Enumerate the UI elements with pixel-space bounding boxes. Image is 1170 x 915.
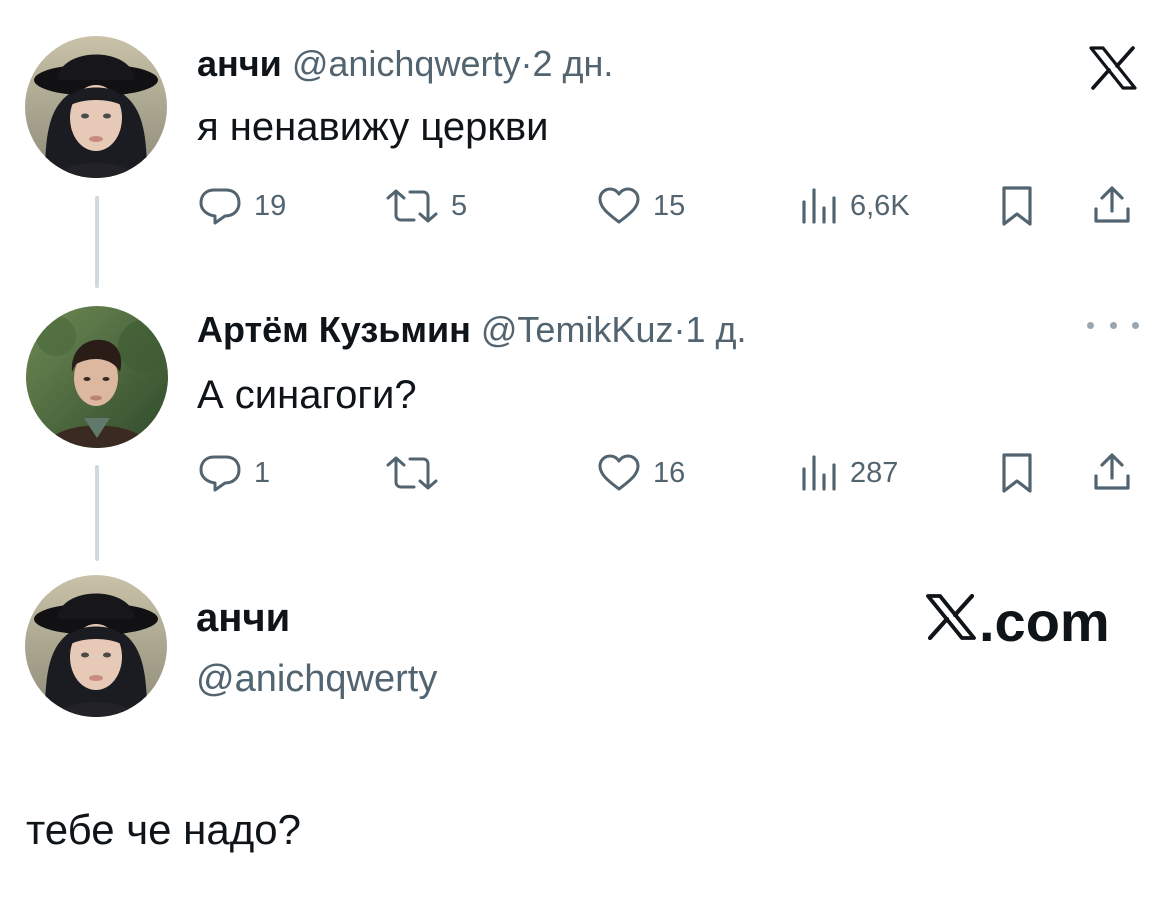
views-icon	[800, 188, 838, 224]
bookmark-button[interactable]	[1000, 452, 1034, 494]
share-button[interactable]	[1092, 452, 1132, 492]
like-count: 15	[653, 190, 686, 222]
x-logo-icon	[925, 592, 977, 652]
reply-icon	[198, 454, 242, 492]
views-icon	[800, 455, 838, 491]
reply-button[interactable]: 19	[198, 187, 286, 225]
repost-count: 5	[451, 190, 468, 222]
x-logo-icon[interactable]	[1089, 46, 1137, 95]
views-button[interactable]: 6,6K	[800, 188, 910, 224]
like-button[interactable]: 16	[597, 454, 685, 492]
avatar-temikkuz[interactable]	[26, 306, 168, 448]
views-count: 6,6K	[850, 190, 910, 222]
tweet2-author-name[interactable]: Артём Кузьмин	[197, 309, 471, 350]
tweet2-text: А синагоги?	[197, 373, 417, 417]
share-button[interactable]	[1092, 185, 1132, 225]
reply-text: тебе че надо?	[26, 806, 301, 853]
tweet1-author-name[interactable]: анчи	[197, 43, 282, 84]
reply-count: 19	[254, 190, 287, 222]
tweet1-timestamp[interactable]: 2 дн.	[532, 43, 613, 84]
brand-domain-text: .com	[979, 590, 1110, 653]
reply-icon	[198, 187, 242, 225]
like-count: 16	[653, 457, 686, 489]
like-icon	[597, 187, 641, 225]
tweet1-author-handle[interactable]: @anichqwerty	[292, 43, 521, 84]
avatar-anichqwerty[interactable]	[25, 575, 167, 717]
views-count: 287	[850, 457, 899, 489]
tweet2-author-handle[interactable]: @TemikKuz	[481, 309, 674, 350]
thread-connector-line	[95, 196, 99, 288]
repost-icon	[385, 455, 439, 491]
repost-icon	[385, 188, 439, 224]
profile-handle[interactable]: @anichqwerty	[196, 656, 437, 702]
avatar-anichqwerty[interactable]	[25, 36, 167, 178]
like-icon	[597, 454, 641, 492]
thread-connector-line	[95, 465, 99, 561]
reply-count: 1	[254, 457, 271, 489]
like-button[interactable]: 15	[597, 187, 685, 225]
repost-button[interactable]	[385, 455, 451, 491]
tweet2-timestamp[interactable]: 1 д.	[685, 309, 746, 350]
bookmark-button[interactable]	[1000, 185, 1034, 227]
bookmark-icon	[1000, 452, 1034, 494]
separator-dot: ·	[520, 43, 533, 84]
profile-name[interactable]: анчи	[196, 594, 290, 642]
more-icon[interactable]	[1087, 318, 1139, 332]
share-icon	[1092, 452, 1132, 492]
share-icon	[1092, 185, 1132, 225]
repost-button[interactable]: 5	[385, 188, 467, 224]
bookmark-icon	[1000, 185, 1034, 227]
separator-dot: ·	[673, 309, 686, 350]
tweet1-text: я ненавижу церкви	[197, 105, 549, 149]
tweet2-header: Артём Кузьмин @TemikKuz·1 д.	[197, 308, 747, 352]
reply-button[interactable]: 1	[198, 454, 270, 492]
x-com-brand[interactable]: .com	[925, 592, 1110, 652]
views-button[interactable]: 287	[800, 455, 898, 491]
tweet1-header: анчи @anichqwerty·2 дн.	[197, 42, 613, 86]
